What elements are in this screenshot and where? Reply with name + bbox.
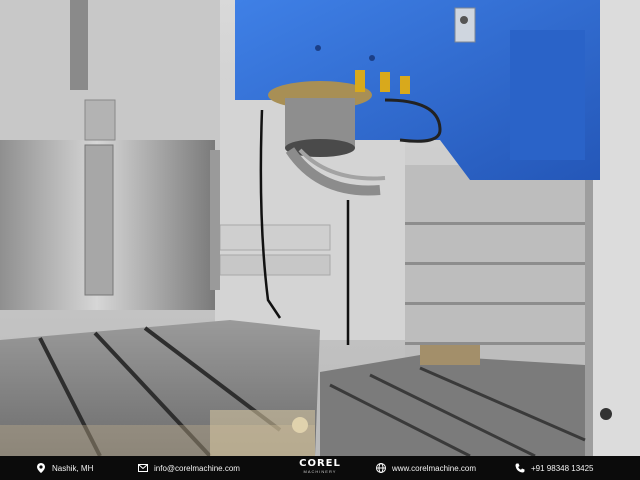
email-item[interactable]: info@corelmachine.com [138, 456, 240, 480]
map-pin-icon [36, 463, 46, 473]
mail-icon [138, 463, 148, 473]
corel-logo: COREL MACHINERY [290, 459, 350, 474]
phone-icon [515, 463, 525, 473]
website-item[interactable]: www.corelmachine.com [376, 456, 476, 480]
website-text[interactable]: www.corelmachine.com [392, 464, 476, 473]
brand-name: COREL [299, 458, 341, 469]
email-text[interactable]: info@corelmachine.com [154, 464, 240, 473]
rear-ledge-lower [219, 254, 331, 276]
housing-plate [454, 7, 476, 43]
brand-subtitle: MACHINERY [303, 469, 337, 474]
column-bracket [84, 99, 116, 141]
column-shadow-strip [70, 0, 88, 90]
chip-tray [420, 345, 480, 365]
globe-icon [376, 463, 386, 473]
location-item: Nashik, MH [36, 456, 93, 480]
footer-bar: Nashik, MH info@corelmachine.com COREL M… [0, 456, 640, 480]
lower-table [320, 355, 585, 456]
table-edge [210, 410, 315, 456]
location-text: Nashik, MH [52, 463, 94, 473]
door-frame-bolt [600, 408, 612, 420]
phone-item[interactable]: +91 98348 13425 [515, 456, 594, 480]
phone-text[interactable]: +91 98348 13425 [531, 464, 594, 473]
cnc-machine-interior-illustration [0, 0, 640, 456]
spindle-side-panel [510, 30, 585, 160]
cover-seam [84, 144, 114, 296]
rear-ledge [219, 224, 331, 251]
column-edge [210, 150, 220, 290]
machine-photo [0, 0, 640, 456]
